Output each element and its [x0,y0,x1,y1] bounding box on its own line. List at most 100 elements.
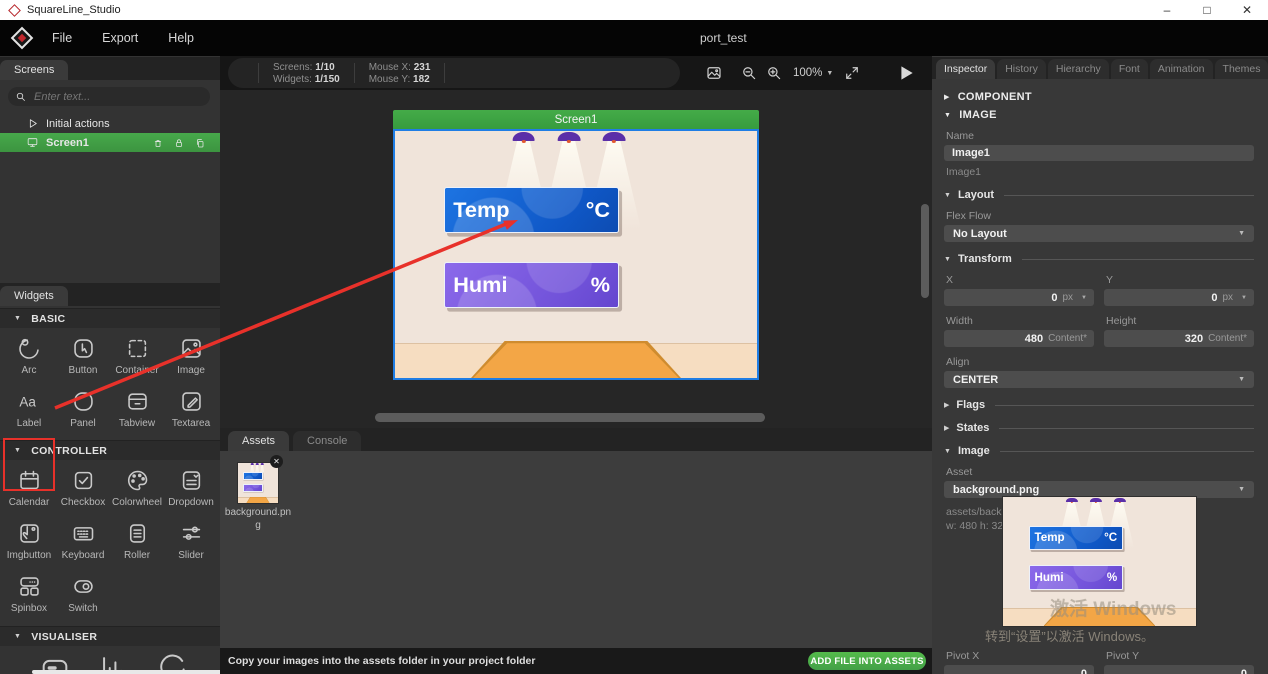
unit-toggle-icon[interactable]: ▼ [1081,295,1087,301]
lock-screen-icon[interactable] [173,137,185,149]
collapse-icon: ▼ [944,112,951,119]
fit-image-icon[interactable] [705,64,723,82]
widget-textarea[interactable]: Textarea [164,382,218,429]
widget-container[interactable]: Container [110,329,164,376]
chevron-down-icon: ▼ [1238,376,1245,383]
menu-help[interactable]: Help [168,31,194,45]
align-dropdown[interactable]: CENTER ▼ [944,371,1254,388]
widget-calendar[interactable]: Calendar [2,461,56,508]
image-section-header[interactable]: ▼ IMAGE [944,109,1254,121]
initial-actions-row[interactable]: Initial actions [0,114,220,133]
assets-hint-bar: Copy your images into the assets folder … [220,648,932,674]
tab-themes[interactable]: Themes [1215,59,1268,79]
widget-button[interactable]: Button [56,329,110,376]
widget-arc[interactable]: Arc [2,329,56,376]
height-input[interactable]: 320 Content* [1104,330,1254,347]
panel-icon [70,388,97,415]
widget-tabview[interactable]: Tabview [110,382,164,429]
widget-slider[interactable]: Slider [164,514,218,561]
widget-dropdown[interactable]: Dropdown [164,461,218,508]
name-input-field[interactable] [952,147,1246,159]
screen1-row[interactable]: Screen1 [0,133,220,152]
widget-panel[interactable]: Panel [56,382,110,429]
zoom-level-dropdown[interactable]: 100% ▼ [793,67,833,79]
y-input[interactable]: 0 px ▼ [1104,289,1254,306]
flags-section-header[interactable]: ▶ Flags [944,399,1254,411]
maximize-button[interactable]: □ [1200,3,1214,17]
humi-panel[interactable]: Humi % [444,262,620,308]
widget-keyboard[interactable]: Keyboard [56,514,110,561]
minimize-button[interactable]: – [1160,3,1174,17]
tab-hierarchy[interactable]: Hierarchy [1048,59,1109,79]
tab-screens[interactable]: Screens [0,60,68,80]
search-input[interactable] [32,90,192,104]
x-input[interactable]: 0 px ▼ [944,289,1094,306]
section-controller[interactable]: ▼ CONTROLLER [0,440,220,460]
name-input[interactable] [944,145,1254,161]
widget-roller[interactable]: Roller [110,514,164,561]
canvas-hscrollbar[interactable] [375,413,765,422]
widget-image[interactable]: Image [164,329,218,376]
width-input[interactable]: 480 Content* [944,330,1094,347]
tab-assets[interactable]: Assets [228,431,289,451]
widget-checkbox[interactable]: Checkbox [56,461,110,508]
widget-label: Textarea [172,418,210,429]
widget-label: Button [69,365,98,376]
component-section-header[interactable]: ▶ COMPONENT [944,91,1254,103]
pivot-y-input[interactable]: 0 [1104,665,1254,674]
pivot-x-input[interactable]: 0 [944,665,1094,674]
canvas-screen-title[interactable]: Screen1 [393,110,759,129]
tab-widgets[interactable]: Widgets [0,286,68,306]
align-label: Align [946,356,1252,368]
image-subsection-header[interactable]: ▼ Image [944,445,1254,457]
add-file-into-assets-button[interactable]: ADD FILE INTO ASSETS [808,652,926,670]
remove-asset-icon[interactable]: ✕ [270,455,283,468]
unit-toggle-icon[interactable]: ▼ [1241,295,1247,301]
fullscreen-icon[interactable] [843,64,861,82]
play-outline-icon [26,117,39,130]
asset-thumbnail[interactable] [238,463,278,503]
widget-switch[interactable]: Switch [56,567,110,614]
inspector-panel: Inspector History Hierarchy Font Animati… [932,56,1268,674]
menu-export[interactable]: Export [102,31,138,45]
widget-colorwheel[interactable]: Colorwheel [110,461,164,508]
widget-label: Checkbox [61,497,105,508]
tab-animation[interactable]: Animation [1150,59,1213,79]
canvas-screen[interactable]: Screen1 Temp °C Humi % [393,110,759,380]
assets-tab-row: Assets Console [220,428,932,451]
canvas-screen-body[interactable]: Temp °C Humi % [393,129,759,380]
temp-panel[interactable]: Temp °C [444,187,620,233]
close-button[interactable]: ✕ [1240,3,1254,17]
widget-label: Colorwheel [112,497,162,508]
zoom-out-icon[interactable] [740,64,758,82]
canvas-vscrollbar[interactable] [921,204,929,298]
layout-section-header[interactable]: ▼ Layout [944,189,1254,201]
section-basic[interactable]: ▼ BASIC [0,308,220,328]
menu-file[interactable]: File [52,31,72,45]
zoom-in-icon[interactable] [765,64,783,82]
transform-section-header[interactable]: ▼ Transform [944,253,1254,265]
tabview-icon [124,388,151,415]
screen-name: Screen1 [46,137,89,149]
widget-label-item[interactable]: Aa Label [2,382,56,429]
asset-dropdown[interactable]: background.png ▼ [944,481,1254,498]
states-section-header[interactable]: ▶ States [944,422,1254,434]
widgets-panel-hscrollbar[interactable] [32,670,220,674]
screens-search[interactable] [8,87,210,106]
widget-imgbutton[interactable]: Imgbutton [2,514,56,561]
tab-inspector[interactable]: Inspector [936,59,995,79]
duplicate-screen-icon[interactable] [194,137,206,149]
roller-icon [124,520,151,547]
section-visualiser-label: VISUALISER [31,631,97,643]
widget-spinbox[interactable]: Spinbox [2,567,56,614]
tab-console[interactable]: Console [293,431,361,451]
section-visualiser[interactable]: ▼ VISUALISER [0,626,220,646]
play-button[interactable] [896,63,916,83]
y-value: 0 [1211,292,1217,304]
tab-history[interactable]: History [997,59,1046,79]
flex-flow-dropdown[interactable]: No Layout ▼ [944,225,1254,242]
tab-font[interactable]: Font [1111,59,1148,79]
x-label: X [946,274,1092,286]
delete-screen-icon[interactable] [152,137,164,149]
pivot-x-value: 0 [1081,668,1087,674]
